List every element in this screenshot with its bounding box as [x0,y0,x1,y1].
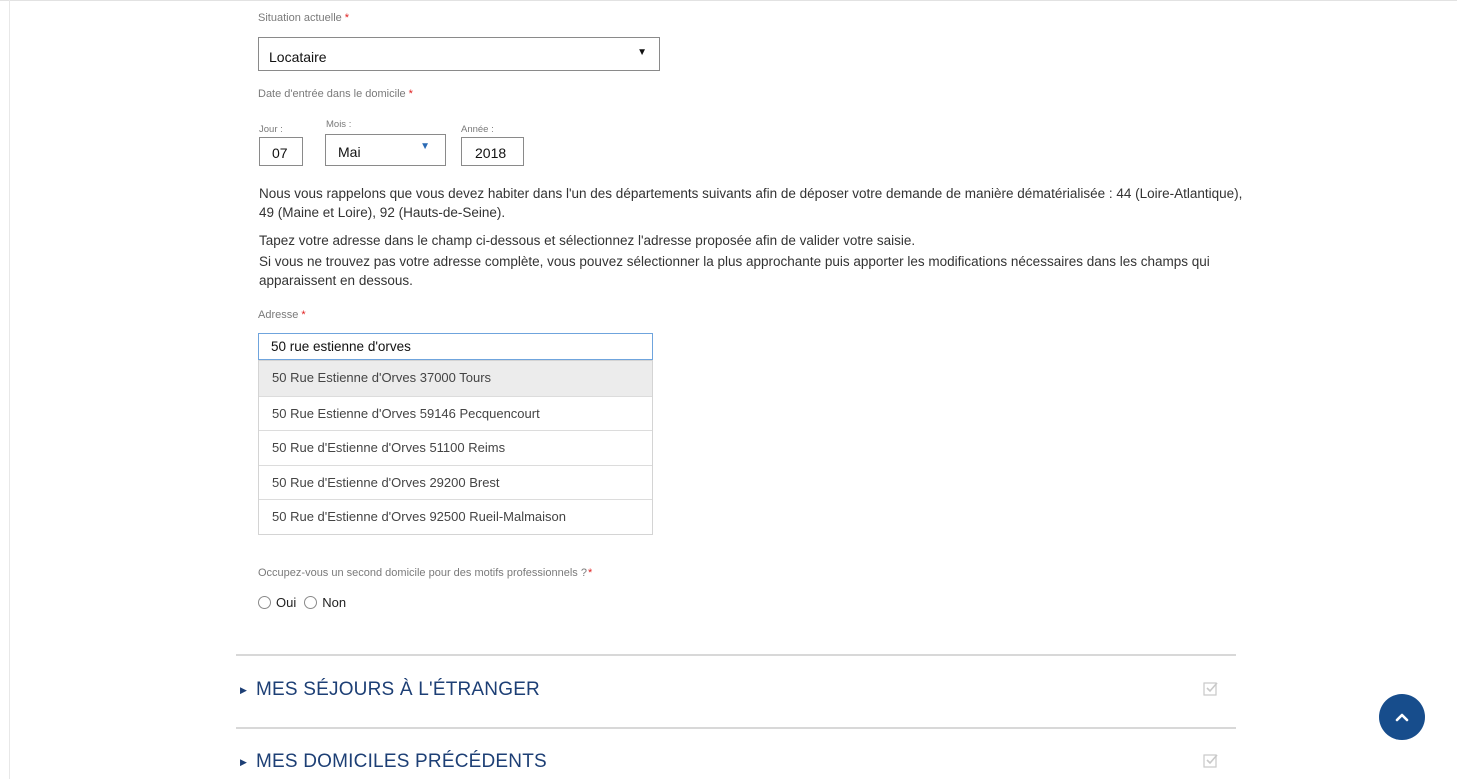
year-label: Année : [461,124,494,135]
chevron-up-icon [1395,713,1409,722]
caret-right-icon: ▶ [240,685,247,695]
caret-right-icon: ▶ [240,757,247,767]
address-suggestion[interactable]: 50 Rue d'Estienne d'Orves 51100 Reims [259,430,652,465]
required-mark: * [408,88,413,100]
second-home-question: Occupez-vous un second domicile pour des… [258,567,592,579]
chevron-down-icon: ▼ [637,47,647,58]
info-instructions-text: Tapez votre adresse dans le champ ci-des… [259,233,916,248]
year-input[interactable]: 2018 [461,137,524,166]
radio-oui[interactable] [258,596,271,609]
day-input[interactable]: 07 [259,137,303,166]
month-select-value: Mai [338,144,361,160]
left-edge [0,0,10,779]
scroll-to-top-button[interactable] [1379,694,1425,740]
address-suggestion[interactable]: 50 Rue d'Estienne d'Orves 92500 Rueil-Ma… [259,499,652,534]
section-divider [236,727,1236,729]
section-title: MES DOMICILES PRÉCÉDENTS [256,751,547,772]
required-mark: * [344,12,350,24]
year-input-value: 2018 [475,145,507,161]
day-input-value: 07 [272,145,288,161]
address-suggestion[interactable]: 50 Rue Estienne d'Orves 37000 Tours [259,361,652,396]
address-label-text: Adresse [258,309,299,321]
address-suggestion[interactable]: 50 Rue Estienne d'Orves 59146 Pecquencou… [259,395,652,431]
month-label: Mois : [326,119,352,130]
chevron-down-icon: ▼ [420,141,430,152]
second-home-question-text: Occupez-vous un second domicile pour des… [258,567,587,579]
entry-date-label-text: Date d'entrée dans le domicile [258,88,406,100]
day-label: Jour : [259,124,283,135]
checkbox-checked-icon [1203,682,1218,696]
situation-select-value: Locataire [269,49,327,65]
section-sejours-etranger[interactable]: ▶ MES SÉJOURS À L'ÉTRANGER [240,677,1230,707]
info-departments-text: Nous vous rappelons que vous devez habit… [259,186,1243,220]
radio-non-label[interactable]: Non [322,595,346,610]
checkbox-checked-icon [1203,754,1218,768]
month-select[interactable]: Mai ▼ [325,134,446,166]
required-mark: * [301,309,306,321]
address-input[interactable]: 50 rue estienne d'orves [258,333,653,360]
address-input-value: 50 rue estienne d'orves [271,339,411,354]
address-suggestions: 50 Rue Estienne d'Orves 37000 Tours 50 R… [258,360,653,535]
section-title: MES SÉJOURS À L'ÉTRANGER [256,679,540,700]
entry-date-label: Date d'entrée dans le domicile * [258,88,413,100]
situation-label: Situation actuelle * [258,12,349,24]
second-home-radio-group: Oui Non [258,595,354,610]
info-fallback-text: Si vous ne trouvez pas votre adresse com… [259,254,1210,288]
address-label: Adresse * [258,309,306,321]
top-border [0,0,1457,1]
section-domiciles-precedents[interactable]: ▶ MES DOMICILES PRÉCÉDENTS [240,749,1230,779]
situation-label-text: Situation actuelle [258,12,342,24]
address-suggestion[interactable]: 50 Rue d'Estienne d'Orves 29200 Brest [259,464,652,500]
section-divider [236,654,1236,656]
situation-select[interactable]: Locataire ▼ [258,37,660,71]
radio-non[interactable] [304,596,318,609]
radio-oui-label[interactable]: Oui [276,595,296,610]
required-mark: * [587,567,593,579]
